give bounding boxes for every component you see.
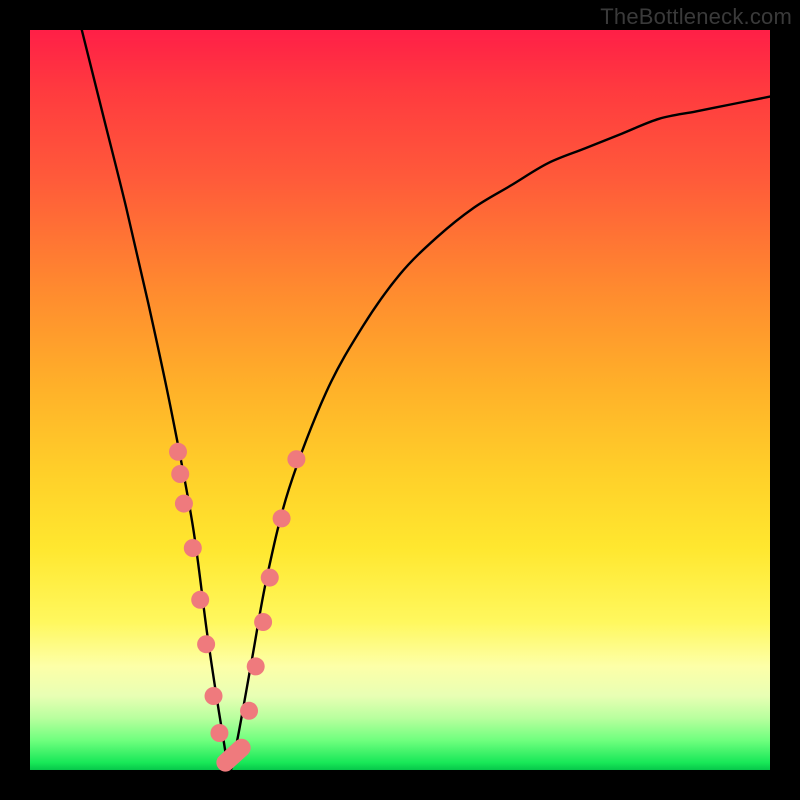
chart-frame: TheBottleneck.com: [0, 0, 800, 800]
marker-dot: [191, 591, 209, 609]
marker-dot: [261, 569, 279, 587]
marker-dot: [210, 724, 228, 742]
marker-group: [169, 443, 305, 772]
marker-dot: [205, 687, 223, 705]
plot-area: [30, 30, 770, 770]
marker-pill: [216, 739, 250, 772]
marker-dot: [287, 450, 305, 468]
marker-dot: [175, 495, 193, 513]
marker-dot: [197, 635, 215, 653]
marker-dot: [273, 509, 291, 527]
marker-dot: [240, 702, 258, 720]
marker-dot: [254, 613, 272, 631]
marker-dot: [169, 443, 187, 461]
marker-dot: [184, 539, 202, 557]
bottleneck-curve: [30, 30, 770, 770]
marker-dot: [247, 657, 265, 675]
curve-path: [82, 30, 770, 770]
watermark-text: TheBottleneck.com: [600, 4, 792, 30]
marker-dot: [171, 465, 189, 483]
